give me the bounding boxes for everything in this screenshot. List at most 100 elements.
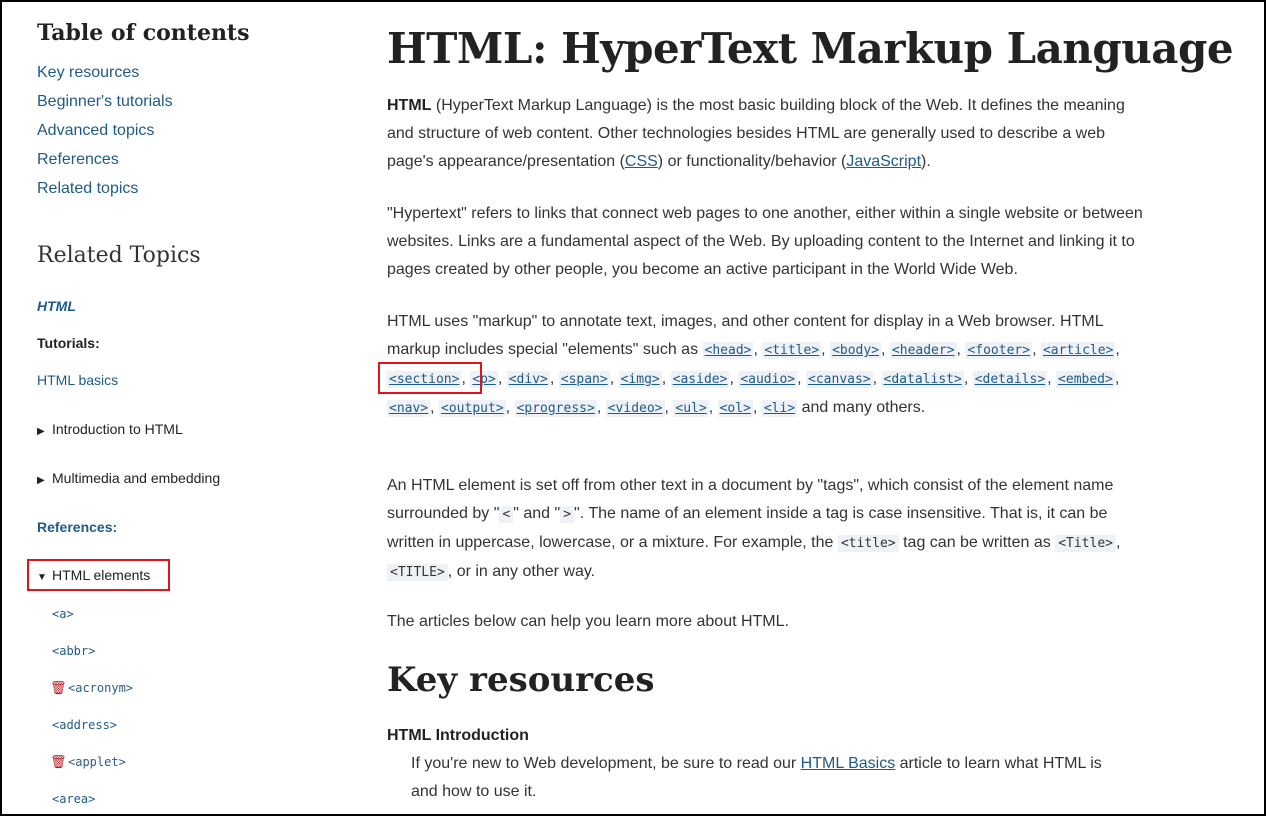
page-title: HTML: HyperText Markup Language bbox=[387, 24, 1234, 73]
html-introduction-description: If you're new to Web development, be sur… bbox=[411, 750, 1131, 806]
element-tag: <canvas> bbox=[806, 371, 873, 388]
element-tag: <div> bbox=[506, 371, 550, 388]
element-tag: <embed> bbox=[1056, 371, 1115, 388]
highlight-box-article bbox=[378, 362, 482, 394]
element-tag: <datalist> bbox=[881, 371, 964, 388]
toc-link-references[interactable]: References bbox=[37, 151, 119, 168]
text: " and " bbox=[513, 505, 561, 522]
element-tag-link[interactable]: <canvas> bbox=[808, 372, 871, 387]
element-link-address[interactable]: <address> bbox=[52, 718, 117, 732]
toc-link-related-topics[interactable]: Related topics bbox=[37, 180, 138, 197]
toc-link-key-resources[interactable]: Key resources bbox=[37, 64, 139, 81]
element-item-applet: 🗑<applet> bbox=[50, 755, 126, 770]
element-tag-link[interactable]: <ol> bbox=[720, 401, 751, 416]
element-tag: <header> bbox=[889, 342, 957, 359]
element-tag-link[interactable]: <progress> bbox=[517, 401, 595, 416]
element-tag: <img> bbox=[618, 371, 662, 388]
element-tag: <audio> bbox=[738, 371, 798, 388]
element-link-applet[interactable]: <applet> bbox=[68, 755, 126, 769]
element-tag-link[interactable]: <img> bbox=[621, 372, 660, 387]
element-link-a[interactable]: <a> bbox=[52, 607, 74, 621]
element-tag: <span> bbox=[558, 371, 610, 388]
code-lt: < bbox=[499, 506, 514, 523]
html-elements-label: HTML elements bbox=[52, 567, 151, 583]
element-tag-link[interactable]: <output> bbox=[441, 401, 504, 416]
element-link-acronym[interactable]: <acronym> bbox=[68, 681, 133, 695]
element-tag-link[interactable]: <li> bbox=[764, 401, 795, 416]
html-introduction-heading: HTML Introduction bbox=[387, 727, 529, 744]
element-tag-link[interactable]: <embed> bbox=[1058, 372, 1113, 387]
code-title-upper: <TITLE> bbox=[387, 564, 448, 581]
element-tag: <body> bbox=[830, 342, 882, 359]
triangle-down-icon: ▼ bbox=[37, 572, 47, 583]
element-tag: <ol> bbox=[717, 400, 753, 417]
text: ). bbox=[921, 153, 931, 170]
markup-paragraph: HTML uses "markup" to annotate text, ima… bbox=[387, 308, 1147, 423]
toc-item: Beginner's tutorials bbox=[37, 93, 173, 122]
element-tag-link[interactable]: <aside> bbox=[673, 372, 728, 387]
code-title-mixed: <Title> bbox=[1055, 535, 1116, 552]
multimedia-toggle[interactable]: ▶ Multimedia and embedding bbox=[37, 470, 220, 486]
element-tag-link[interactable]: <details> bbox=[975, 372, 1045, 387]
trash-icon: 🗑 bbox=[50, 681, 67, 696]
element-tag-link[interactable]: <div> bbox=[509, 372, 548, 387]
element-tag: <output> bbox=[439, 400, 506, 417]
html-elements-toggle[interactable]: ▼ HTML elements bbox=[37, 567, 150, 583]
sidebar-html-basics-link[interactable]: HTML basics bbox=[37, 372, 118, 388]
key-resources-heading: Key resources bbox=[387, 660, 655, 700]
triangle-right-icon: ▶ bbox=[37, 475, 45, 486]
toc-item: Advanced topics bbox=[37, 122, 173, 151]
intro-to-html-label: Introduction to HTML bbox=[52, 421, 183, 437]
element-tag-link[interactable]: <header> bbox=[892, 343, 955, 358]
code-gt: > bbox=[560, 506, 575, 523]
html-strong: HTML bbox=[387, 97, 432, 114]
sidebar-html-link[interactable]: HTML bbox=[37, 298, 76, 314]
element-tag-link[interactable]: <body> bbox=[832, 343, 879, 358]
element-tag-link[interactable]: <video> bbox=[608, 401, 663, 416]
javascript-link[interactable]: JavaScript bbox=[846, 153, 921, 170]
element-tag: <footer> bbox=[965, 342, 1033, 359]
element-tag: <aside> bbox=[670, 371, 730, 388]
element-tag: <li> bbox=[761, 400, 798, 417]
hypertext-paragraph: "Hypertext" refers to links that connect… bbox=[387, 205, 1143, 278]
element-tag-link[interactable]: <footer> bbox=[967, 343, 1030, 358]
css-link[interactable]: CSS bbox=[625, 153, 658, 170]
text: tag can be written as bbox=[898, 534, 1056, 551]
element-tag: <progress> bbox=[514, 400, 597, 417]
element-tag-link[interactable]: <span> bbox=[561, 372, 608, 387]
element-tag: <video> bbox=[605, 400, 665, 417]
element-item-acronym: 🗑<acronym> bbox=[50, 681, 133, 696]
toc-link-advanced-topics[interactable]: Advanced topics bbox=[37, 122, 154, 139]
element-tag-link[interactable]: <datalist> bbox=[884, 372, 962, 387]
toc-item: References bbox=[37, 151, 173, 180]
element-link-area[interactable]: <area> bbox=[52, 792, 95, 806]
toc-list: Key resources Beginner's tutorials Advan… bbox=[37, 64, 173, 209]
element-tag: <article> bbox=[1040, 342, 1116, 359]
tags-paragraph: An HTML element is set off from other te… bbox=[387, 472, 1147, 587]
element-link-abbr[interactable]: <abbr> bbox=[52, 644, 95, 658]
element-tag: <details> bbox=[972, 371, 1048, 388]
toc-item: Related topics bbox=[37, 180, 173, 209]
learn-more-paragraph: The articles below can help you learn mo… bbox=[387, 613, 789, 630]
related-topics-title: Related Topics bbox=[37, 243, 201, 268]
text: and many others. bbox=[797, 399, 926, 416]
toc-item: Key resources bbox=[37, 64, 173, 93]
element-tag-link[interactable]: <nav> bbox=[389, 401, 428, 416]
element-tag: <title> bbox=[762, 342, 822, 359]
element-tag-link[interactable]: <audio> bbox=[740, 372, 795, 387]
html-basics-link[interactable]: HTML Basics bbox=[801, 755, 896, 772]
toc-title: Table of contents bbox=[37, 20, 250, 46]
text: If you're new to Web development, be sur… bbox=[411, 755, 801, 772]
text: , bbox=[1115, 534, 1121, 551]
element-tag-link[interactable]: <article> bbox=[1043, 343, 1113, 358]
toc-link-beginners-tutorials[interactable]: Beginner's tutorials bbox=[37, 93, 173, 110]
text: , or in any other way. bbox=[447, 563, 596, 580]
intro-to-html-toggle[interactable]: ▶ Introduction to HTML bbox=[37, 421, 183, 437]
element-tag-link[interactable]: <title> bbox=[764, 343, 819, 358]
references-label: References: bbox=[37, 519, 118, 535]
multimedia-label: Multimedia and embedding bbox=[52, 470, 221, 486]
element-tag-link[interactable]: <head> bbox=[705, 343, 752, 358]
element-tag: <nav> bbox=[387, 400, 431, 417]
element-tag: <ul> bbox=[673, 400, 709, 417]
element-tag-link[interactable]: <ul> bbox=[675, 401, 706, 416]
